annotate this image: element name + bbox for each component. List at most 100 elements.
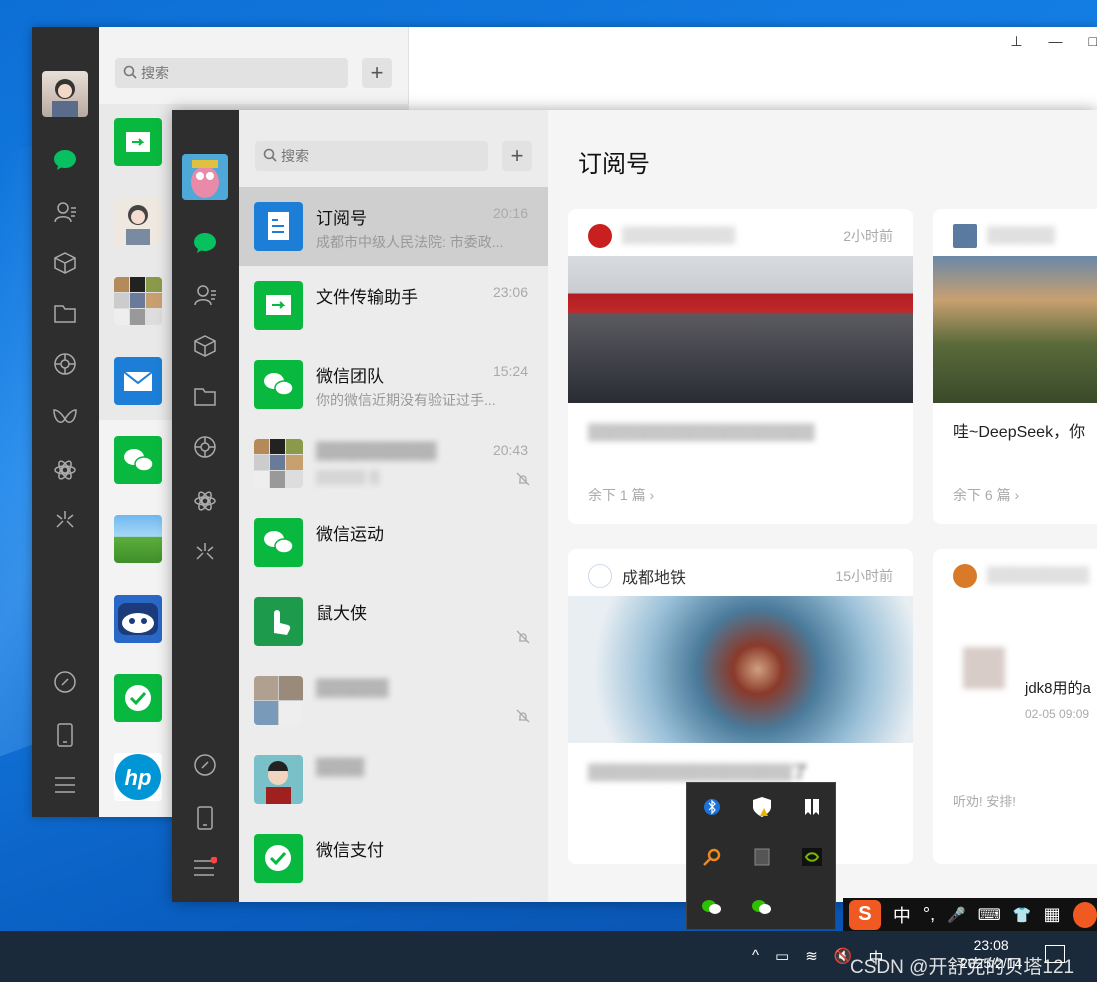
chat-snippet: ▒▒▒▒▒ ▒ xyxy=(316,469,380,485)
nvidia-icon[interactable] xyxy=(797,842,827,872)
ime-mascot-icon[interactable] xyxy=(1072,901,1097,928)
hp-logo[interactable]: hp xyxy=(114,753,162,801)
ime-keyboard-icon[interactable]: ⌨ xyxy=(978,905,1001,925)
mail-icon[interactable] xyxy=(114,357,162,405)
source-logo-icon xyxy=(953,224,977,248)
wechat-window-front: + 订阅号 20:16 成都市中级人民法院: 市委政... 文件传输助手 23:… xyxy=(172,110,1097,902)
security-shield-icon[interactable] xyxy=(747,792,777,822)
meeting-hall-image xyxy=(568,256,913,403)
wechat-sports-icon xyxy=(254,518,303,567)
wechat-team-icon[interactable] xyxy=(114,436,162,484)
csdn-watermark: CSDN @开舒克的贝塔121 xyxy=(850,957,1075,978)
search-input-front[interactable] xyxy=(281,148,441,164)
wechat-tray-icon-2[interactable] xyxy=(747,892,777,922)
chat-item-file-transfer[interactable]: 文件传输助手 23:06 xyxy=(239,266,548,345)
network-icon[interactable]: ≋ xyxy=(805,947,818,968)
search-icon xyxy=(263,148,277,165)
metro-logo-icon xyxy=(588,564,612,588)
chat-item-group[interactable]: ▒▒▒▒▒▒▒▒▒▒ 20:43 ▒▒▒▒▒ ▒ xyxy=(239,424,548,503)
contacts-icon[interactable] xyxy=(192,282,218,308)
search-discover-icon[interactable] xyxy=(52,457,78,483)
search-discover-icon[interactable] xyxy=(192,488,218,514)
phone-icon[interactable] xyxy=(192,805,218,831)
search-tool-icon[interactable] xyxy=(697,842,727,872)
favorites-icon[interactable] xyxy=(52,250,78,276)
link-icon[interactable] xyxy=(52,669,78,695)
chat-icon[interactable] xyxy=(192,230,218,256)
file-transfer-icon xyxy=(254,281,303,330)
chat-item-group-2[interactable]: ▒▒▒▒▒▒ xyxy=(239,661,548,740)
landscape-avatar[interactable] xyxy=(114,515,162,563)
article-card-2[interactable]: ▒▒▒▒▒▒ 哇~DeepSeek，你 余下 6 篇 › xyxy=(933,209,1097,524)
article-card-4[interactable]: ▒▒▒▒▒▒▒▒▒ jdk8用的a 02-05 09:09 听劝! 安排! xyxy=(933,549,1097,864)
ime-voice-icon[interactable]: 🎤 xyxy=(947,906,966,924)
add-button-back[interactable]: + xyxy=(362,58,392,88)
search-box-back[interactable] xyxy=(115,58,348,88)
subscription-icon xyxy=(254,202,303,251)
blank-app-icon[interactable] xyxy=(747,842,777,872)
search-icon xyxy=(123,65,137,82)
chat-icon[interactable] xyxy=(52,147,78,173)
chat-name: ▒▒▒▒ xyxy=(316,757,365,776)
chat-name: 鼠大侠 xyxy=(316,604,367,623)
group-avatar[interactable] xyxy=(114,277,162,325)
chat-item-contact[interactable]: ▒▒▒▒ xyxy=(239,740,548,819)
card-more-link[interactable]: 余下 6 篇 › xyxy=(953,485,1019,505)
card-source: ▒▒▒▒▒▒▒▒▒▒ xyxy=(622,227,736,244)
chat-item-subscriptions[interactable]: 订阅号 20:16 成都市中级人民法院: 市委政... xyxy=(239,187,548,266)
contact-avatar-1[interactable] xyxy=(114,197,162,245)
robot-avatar[interactable] xyxy=(114,595,162,643)
tray-expand-chevron-icon[interactable]: ^ xyxy=(752,947,759,968)
files-icon[interactable] xyxy=(192,383,218,409)
sidebar-rail xyxy=(32,27,99,817)
minimize-button[interactable]: — xyxy=(1049,33,1063,50)
chat-item-wechat-sports[interactable]: 微信运动 xyxy=(239,503,548,582)
mute-bell-icon xyxy=(516,472,530,486)
search-input-back[interactable] xyxy=(141,65,301,81)
files-icon[interactable] xyxy=(52,300,78,326)
ime-skin-icon[interactable]: 👕 xyxy=(1013,906,1032,924)
chat-item-shudaxia[interactable]: 鼠大侠 xyxy=(239,582,548,661)
source-logo-icon xyxy=(953,564,977,588)
card-time: 15小时前 xyxy=(835,568,893,584)
user-avatar[interactable] xyxy=(42,71,88,117)
user-avatar-front[interactable] xyxy=(182,154,228,200)
favorites-icon[interactable] xyxy=(192,333,218,359)
chat-name: ▒▒▒▒▒▒ xyxy=(316,678,389,697)
battery-icon[interactable]: ▭ xyxy=(775,947,789,968)
moments-icon[interactable] xyxy=(192,434,218,460)
wechat-pay-icon[interactable] xyxy=(114,674,162,722)
chat-time: 20:43 xyxy=(492,442,528,458)
chat-item-wechat-team[interactable]: 微信团队 15:24 你的微信近期没有验证过手... xyxy=(239,345,548,424)
chat-time: 15:24 xyxy=(492,363,528,379)
nezha-poster-image xyxy=(568,596,913,743)
window-controls-back: ⊥ — □ xyxy=(1010,33,1097,50)
moments-icon[interactable] xyxy=(52,351,78,377)
sogou-logo-icon[interactable]: S xyxy=(849,899,881,930)
menu-icon[interactable] xyxy=(52,772,78,798)
ime-lang-toggle[interactable]: 中 xyxy=(893,902,911,928)
chat-item-wechat-pay[interactable]: 微信支付 xyxy=(239,819,548,898)
contacts-icon[interactable] xyxy=(52,199,78,225)
file-transfer-icon[interactable] xyxy=(114,118,162,166)
article-card-1[interactable]: ▒▒▒▒▒▒▒▒▒▒ 2小时前 ▒▒▒▒▒▒▒▒▒▒▒▒▒▒▒▒▒▒▒▒ 余下 1… xyxy=(568,209,913,524)
phone-icon[interactable] xyxy=(52,722,78,748)
blurred-avatar xyxy=(963,647,1005,689)
add-button-front[interactable]: + xyxy=(502,141,532,171)
mini-programs-icon[interactable] xyxy=(192,540,218,566)
bookmark-app-icon[interactable] xyxy=(797,792,827,822)
maximize-button[interactable]: □ xyxy=(1089,33,1097,50)
mini-programs-icon[interactable] xyxy=(52,508,78,534)
link-icon[interactable] xyxy=(192,752,218,778)
menu-icon[interactable] xyxy=(192,855,218,881)
bluetooth-icon[interactable] xyxy=(697,792,727,822)
card-more-link[interactable]: 余下 1 篇 › xyxy=(588,485,654,505)
card-title: ▒▒▒▒▒▒▒▒▒▒▒▒▒▒▒▒▒▒▒▒ xyxy=(588,424,815,441)
ime-punctuation[interactable]: °, xyxy=(923,904,935,925)
channels-icon[interactable] xyxy=(52,405,78,431)
search-box-front[interactable] xyxy=(255,141,488,171)
wechat-tray-icon[interactable] xyxy=(697,892,727,922)
pin-button[interactable]: ⊥ xyxy=(1010,33,1022,50)
mouse-hand-icon xyxy=(254,597,303,646)
ime-toolbox-icon[interactable]: ▦ xyxy=(1044,904,1061,925)
